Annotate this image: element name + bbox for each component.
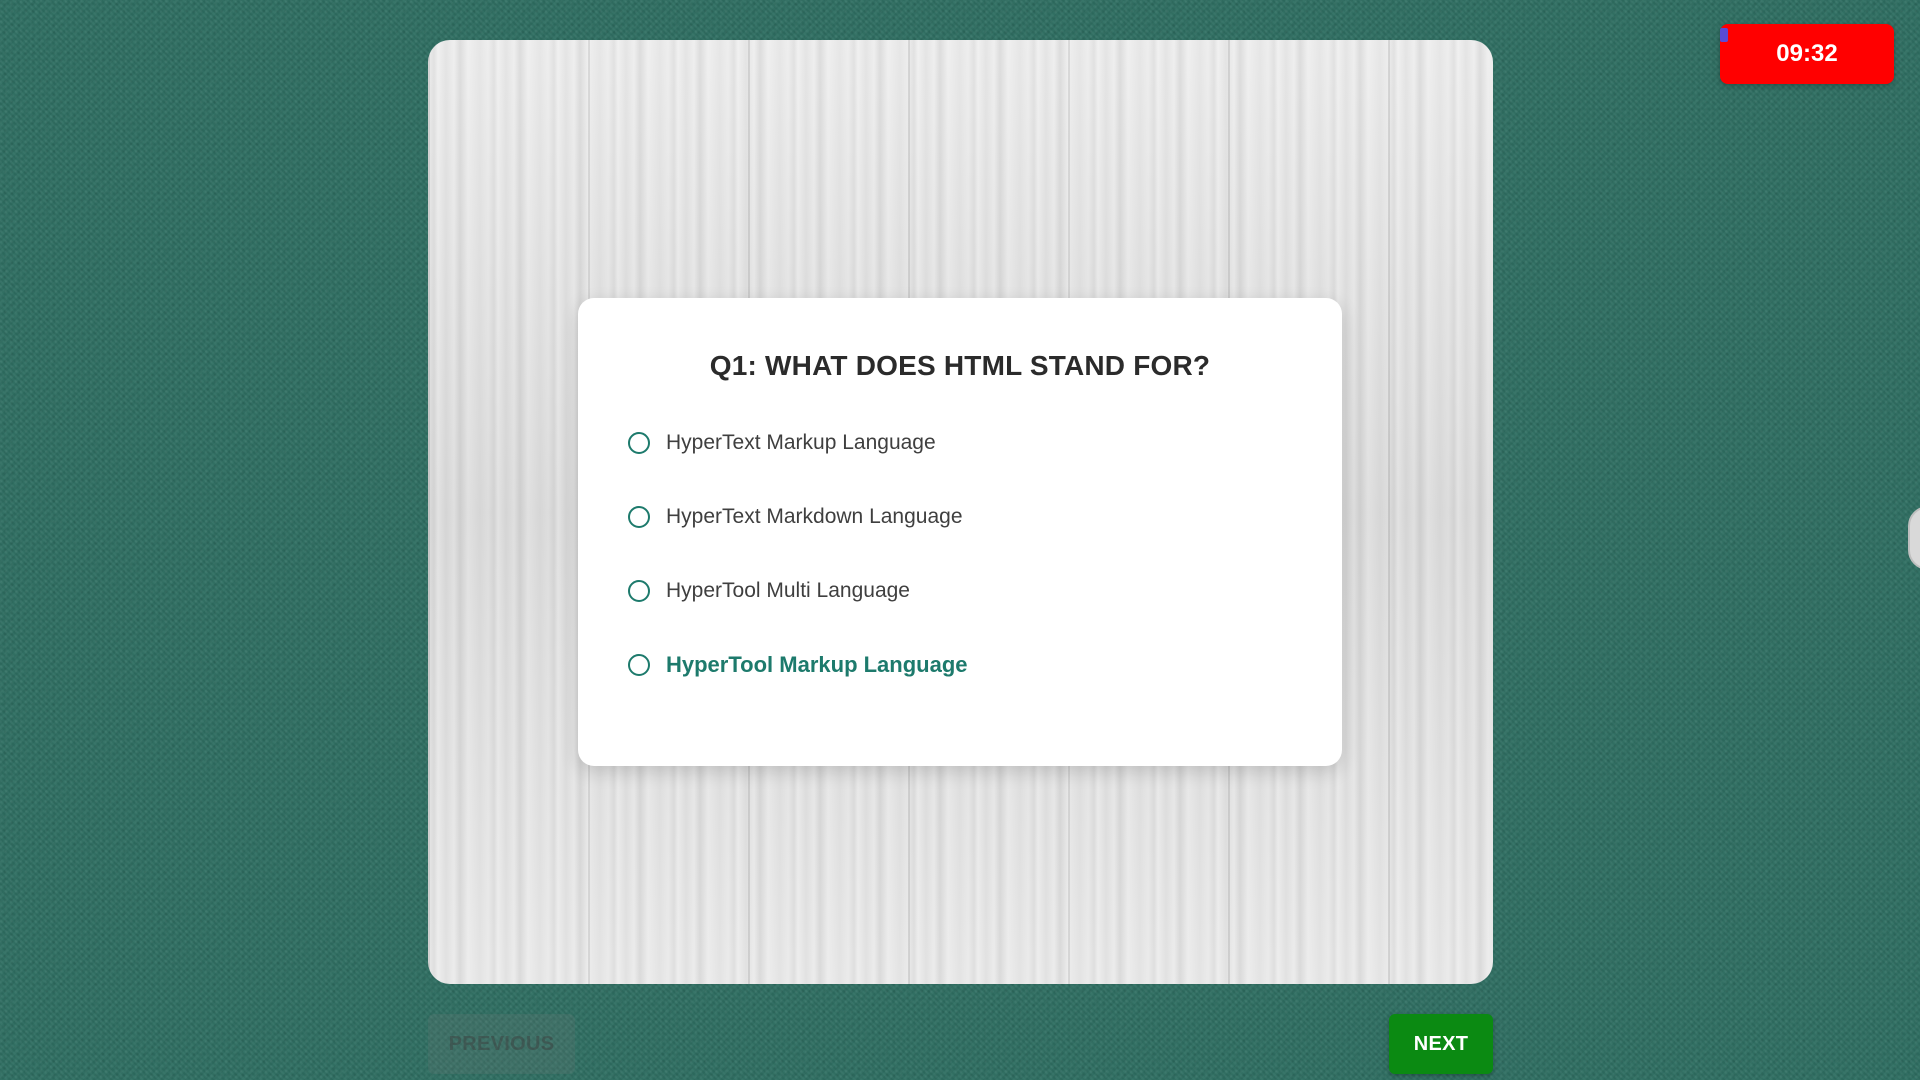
previous-button[interactable]: PREVIOUS [428, 1014, 575, 1074]
countdown-timer: 09:32 [1720, 24, 1894, 84]
answer-option-label: HyperText Markup Language [666, 431, 936, 454]
question-title: Q1: WHAT DOES HTML STAND FOR? [709, 350, 1211, 381]
question-card: Q1: WHAT DOES HTML STAND FOR? HyperText … [578, 298, 1342, 766]
next-button[interactable]: NEXT [1389, 1014, 1493, 1074]
answer-option-2[interactable]: HyperText Markdown Language [628, 500, 1308, 534]
answer-option-label: HyperTool Markup Language [666, 652, 968, 677]
side-panel-handle[interactable] [1908, 506, 1920, 570]
answer-option-3[interactable]: HyperTool Multi Language [628, 574, 1308, 608]
radio-button-icon[interactable] [628, 654, 650, 676]
answer-option-label: HyperTool Multi Language [666, 579, 910, 602]
answer-options: HyperText Markup Language HyperText Mark… [628, 426, 1308, 722]
answer-option-label: HyperText Markdown Language [666, 505, 963, 528]
answer-option-1[interactable]: HyperText Markup Language [628, 426, 1308, 460]
radio-button-icon[interactable] [628, 580, 650, 602]
radio-button-icon[interactable] [628, 432, 650, 454]
answer-option-4[interactable]: HyperTool Markup Language [628, 648, 1308, 682]
radio-button-icon[interactable] [628, 506, 650, 528]
timer-indicator [1720, 28, 1728, 42]
timer-value: 09:32 [1776, 40, 1838, 67]
